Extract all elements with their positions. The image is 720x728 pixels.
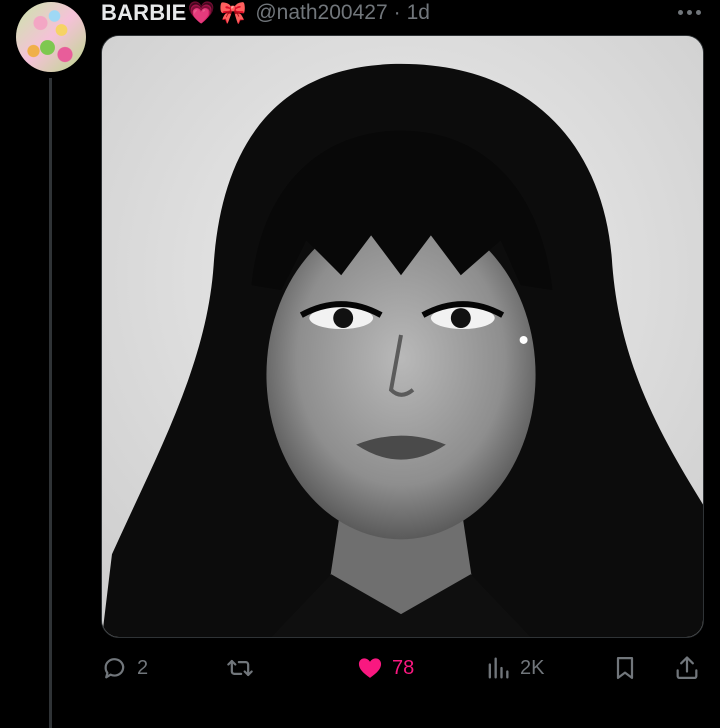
more-icon[interactable] — [672, 0, 706, 26]
views-button[interactable]: 2K — [484, 646, 544, 690]
reply-button[interactable]: 2 — [101, 646, 148, 690]
timestamp[interactable]: 1d — [407, 1, 430, 25]
bookmark-icon — [616, 656, 634, 680]
thread-line — [49, 78, 52, 728]
share-button[interactable] — [673, 646, 701, 690]
views-icon — [488, 657, 509, 679]
user-handle[interactable]: @nath200427 — [255, 1, 387, 25]
portrait-photo — [102, 36, 703, 637]
ribbon-emoji: 🎀 — [218, 0, 247, 25]
like-count: 78 — [392, 656, 415, 679]
share-icon — [676, 656, 698, 680]
display-name[interactable]: BARBIE — [101, 0, 187, 26]
tweet-header: BARBIE 💗 🎀 @nath200427 · 1d — [101, 0, 430, 28]
retweet-icon — [227, 659, 253, 677]
tweet-photo[interactable] — [101, 35, 704, 638]
like-button[interactable]: 78 — [356, 646, 414, 690]
bookmark-button[interactable] — [611, 646, 639, 690]
action-bar: 2 78 2K — [101, 646, 704, 690]
avatar[interactable] — [16, 2, 86, 72]
reply-count: 2 — [137, 656, 149, 679]
separator-dot: · — [393, 1, 401, 24]
reply-icon — [104, 658, 125, 679]
heart-icon — [358, 658, 382, 678]
pink-heart-emoji: 💗 — [187, 0, 215, 25]
view-count: 2K — [520, 656, 545, 679]
retweet-button[interactable] — [226, 646, 262, 690]
